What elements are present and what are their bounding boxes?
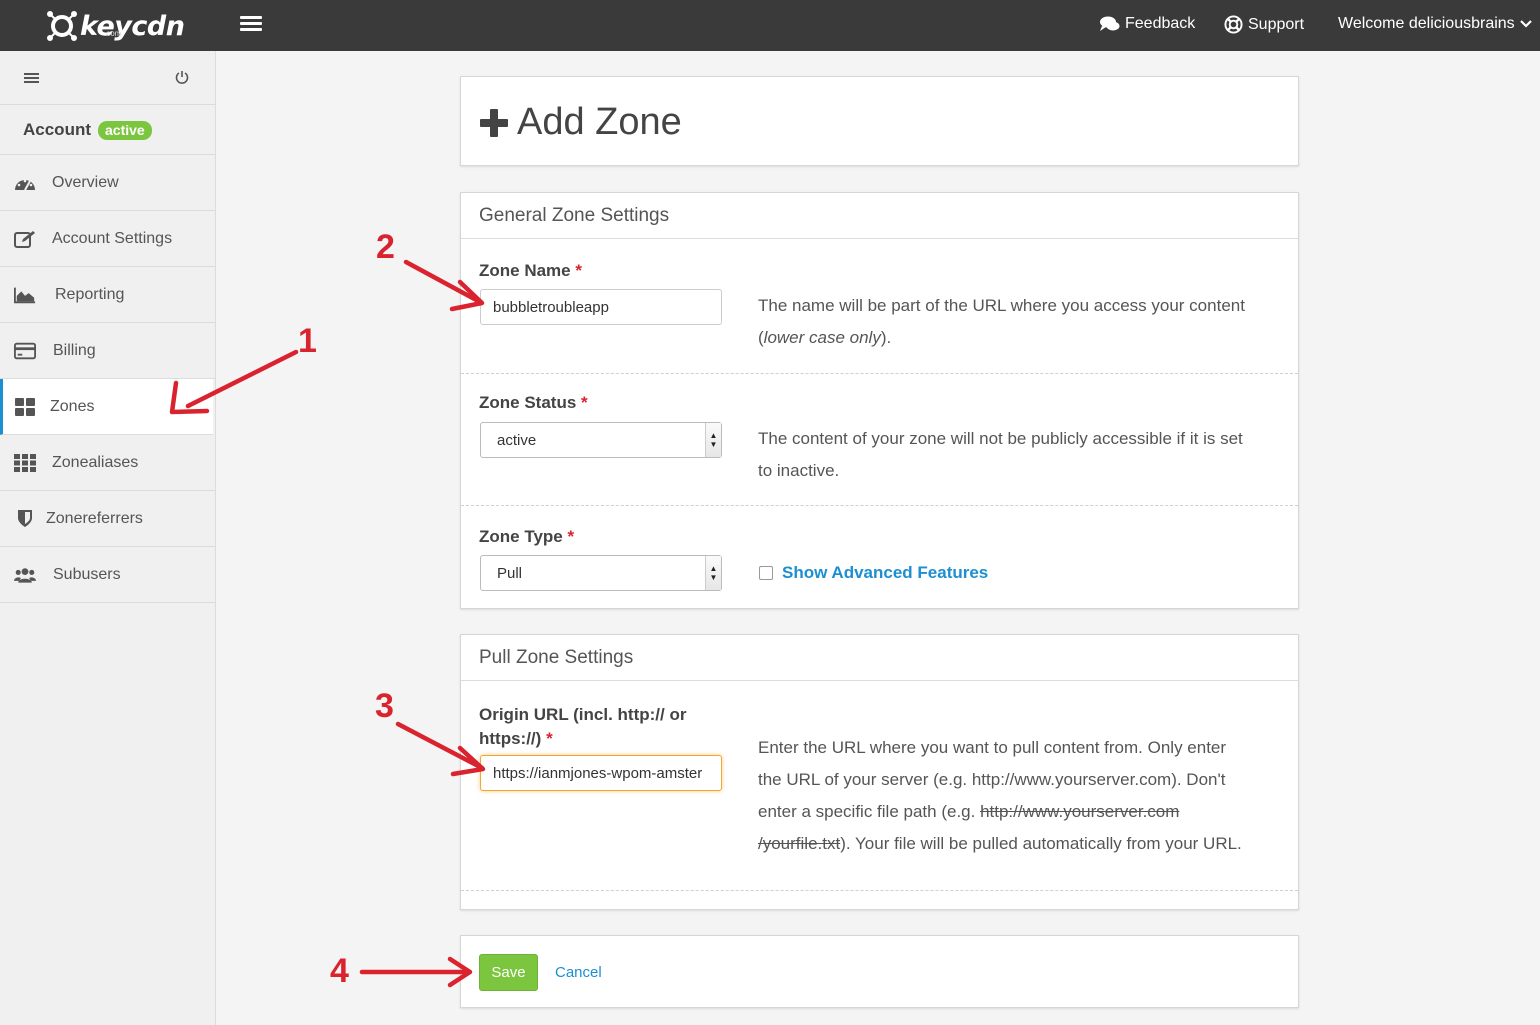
general-settings-heading: General Zone Settings <box>461 193 1298 239</box>
zone-status-help: The content of your zone will not be pub… <box>758 429 1243 480</box>
zone-type-select[interactable]: Pull ▲ ▼ <box>480 555 722 591</box>
top-navbar: keycdn .com Feedback Support Welcome del… <box>0 0 1540 51</box>
save-button[interactable]: Save <box>479 954 538 991</box>
sidebar-collapse-icon[interactable] <box>24 71 39 85</box>
grid-icon <box>14 396 36 418</box>
support-link[interactable]: Support <box>1224 15 1304 34</box>
page-title: Add Zone <box>479 101 682 144</box>
origin-url-help: Enter the URL where you want to pull con… <box>758 738 1242 853</box>
annotation-number: 2 <box>376 228 395 266</box>
sidebar-item-label: Reporting <box>55 285 125 303</box>
plus-icon <box>480 108 508 137</box>
page-title-panel: Add Zone <box>460 76 1299 166</box>
origin-url-input[interactable] <box>480 755 722 791</box>
form-actions-panel: Save Cancel <box>460 935 1299 1008</box>
lifebuoy-icon <box>1224 15 1243 34</box>
shield-icon <box>14 508 36 530</box>
zone-name-input[interactable] <box>480 289 722 325</box>
logo-text: keycdn <box>80 10 185 42</box>
annotation-number: 1 <box>298 322 317 360</box>
sidebar-item-overview[interactable]: Overview <box>0 155 215 211</box>
menu-toggle-icon[interactable] <box>240 13 264 37</box>
sidebar-item-label: Zonealiases <box>52 453 139 471</box>
general-zone-settings-panel: General Zone Settings Zone Name * The na… <box>460 192 1299 609</box>
annotation-number: 3 <box>375 687 394 725</box>
origin-url-label: Origin URL (incl. http:// or https://) * <box>479 705 687 748</box>
power-icon[interactable] <box>174 69 190 85</box>
feedback-link[interactable]: Feedback <box>1100 15 1195 33</box>
keycdn-logo-icon <box>47 11 77 41</box>
select-arrow-icon: ▲ ▼ <box>705 423 721 457</box>
dashboard-icon <box>14 172 36 194</box>
pull-zone-settings-panel: Pull Zone Settings Origin URL (incl. htt… <box>460 634 1299 910</box>
show-advanced-features-link[interactable]: Show Advanced Features <box>782 563 988 583</box>
zone-name-label: Zone Name * <box>479 261 582 280</box>
sidebar-item-account-settings[interactable]: Account Settings <box>0 211 215 267</box>
cancel-link[interactable]: Cancel <box>555 964 602 981</box>
sidebar-item-label: Account Settings <box>52 229 173 247</box>
grid-small-icon <box>14 452 36 474</box>
user-menu[interactable]: Welcome deliciousbrains <box>1338 15 1532 33</box>
chevron-down-icon <box>1519 20 1532 28</box>
sidebar-item-label: Subusers <box>53 565 121 583</box>
select-arrow-icon: ▲ ▼ <box>705 556 721 590</box>
sidebar-item-billing[interactable]: Billing <box>0 323 215 379</box>
sidebar-item-zones[interactable]: Zones <box>0 379 213 435</box>
zone-status-value: active <box>497 432 537 449</box>
section-divider <box>461 505 1298 506</box>
support-label: Support <box>1248 15 1305 33</box>
zone-type-value: Pull <box>497 565 523 582</box>
comments-icon <box>1100 16 1120 31</box>
zone-type-label: Zone Type * <box>479 527 575 546</box>
sidebar-item-zonealiases[interactable]: Zonealiases <box>0 435 215 491</box>
sidebar-item-label: Zones <box>50 397 95 415</box>
edit-icon <box>14 228 36 250</box>
sidebar-header <box>0 51 215 105</box>
account-label: Account <box>23 120 91 139</box>
area-chart-icon <box>14 284 36 306</box>
feedback-label: Feedback <box>1125 15 1196 32</box>
pull-settings-heading: Pull Zone Settings <box>461 635 1298 681</box>
credit-card-icon <box>14 340 36 362</box>
sidebar-item-label: Overview <box>52 173 119 191</box>
zone-status-label: Zone Status * <box>479 393 588 412</box>
page-title-text: Add Zone <box>517 101 682 143</box>
sidebar-item-zonereferrers[interactable]: Zonereferrers <box>0 491 215 547</box>
sidebar-item-reporting[interactable]: Reporting <box>0 267 215 323</box>
advanced-features-checkbox[interactable] <box>759 566 773 580</box>
annotation-number: 4 <box>330 952 349 990</box>
section-divider <box>461 373 1298 374</box>
welcome-label: Welcome deliciousbrains <box>1338 15 1515 32</box>
account-status: Account active <box>0 105 215 155</box>
sidebar: Account active Overview Account Settings… <box>0 51 216 1025</box>
account-status-badge: active <box>98 121 152 140</box>
zone-status-select[interactable]: active ▲ ▼ <box>480 422 722 458</box>
sidebar-item-subusers[interactable]: Subusers <box>0 547 215 603</box>
zone-name-help: The name will be part of the URL where y… <box>758 296 1245 347</box>
sidebar-item-label: Billing <box>53 341 96 359</box>
logo-subtext: .com <box>104 29 122 38</box>
sidebar-item-label: Zonereferrers <box>46 509 143 527</box>
users-icon <box>14 564 36 586</box>
keycdn-logo[interactable]: keycdn <box>46 8 185 44</box>
section-divider <box>461 890 1298 891</box>
